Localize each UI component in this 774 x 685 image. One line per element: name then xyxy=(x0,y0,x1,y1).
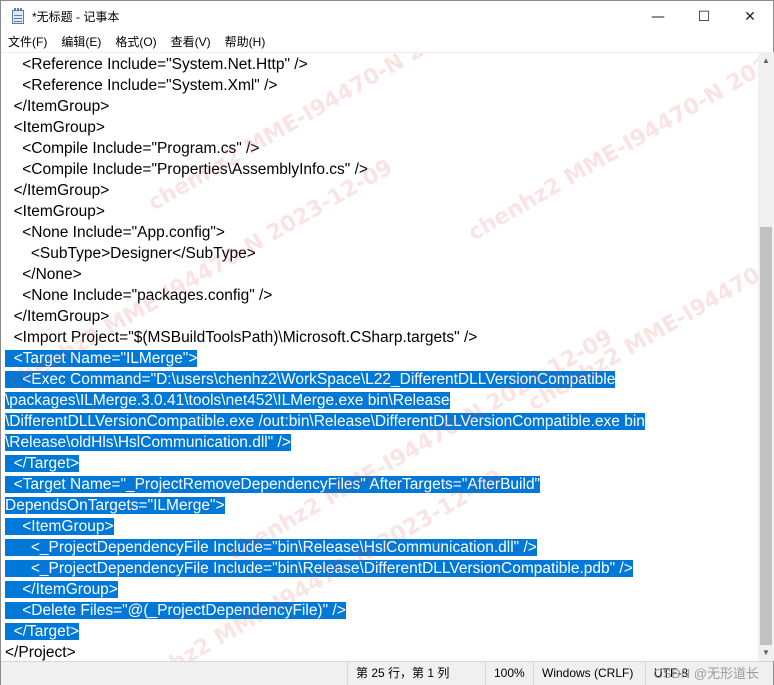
title-bar[interactable]: *无标题 - 记事本 — ☐ ✕ xyxy=(1,1,773,32)
text-line: <_ProjectDependencyFile Include="bin\Rel… xyxy=(5,537,645,558)
status-bar: 第 25 行，第 1 列 100% Windows (CRLF) UTF-8 C… xyxy=(1,661,773,685)
text-line: \packages\ILMerge.3.0.41\tools\net452\IL… xyxy=(5,390,645,411)
text-line-content: </Project> xyxy=(5,644,76,661)
text-line: <Delete Files="@(_ProjectDependencyFile)… xyxy=(5,600,645,621)
text-line-content: <None Include="App.config"> xyxy=(5,224,225,241)
zoom-level: 100% xyxy=(485,662,533,685)
menu-format[interactable]: 格式(O) xyxy=(108,32,163,52)
text-line-content: <Target Name="_ProjectRemoveDependencyFi… xyxy=(5,476,541,493)
text-line-content: </Target> xyxy=(5,455,80,472)
menu-file[interactable]: 文件(F) xyxy=(1,32,54,52)
text-line: <Target Name="_ProjectRemoveDependencyFi… xyxy=(5,474,645,495)
text-line-content: </ItemGroup> xyxy=(5,581,118,598)
cursor-position: 第 25 行，第 1 列 xyxy=(347,662,485,685)
text-line-content: <Reference Include="System.Xml" /> xyxy=(5,77,278,94)
close-button[interactable]: ✕ xyxy=(727,1,773,32)
text-line-content: </None> xyxy=(5,266,82,283)
text-line: <Compile Include="Properties\AssemblyInf… xyxy=(5,159,645,180)
text-line: <SubType>Designer</SubType> xyxy=(5,243,645,264)
text-line: <ItemGroup> xyxy=(5,117,645,138)
editor-lines: <Reference Include="System.Net.Http" /> … xyxy=(5,54,645,661)
text-line: <ItemGroup> xyxy=(5,516,645,537)
text-line: <ItemGroup> xyxy=(5,201,645,222)
text-line: <Reference Include="System.Net.Http" /> xyxy=(5,54,645,75)
text-line-content: <ItemGroup> xyxy=(5,119,105,136)
text-line: </Target> xyxy=(5,453,645,474)
text-line-content: <_ProjectDependencyFile Include="bin\Rel… xyxy=(5,560,633,577)
menu-edit[interactable]: 编辑(E) xyxy=(54,32,108,52)
text-line-content: <None Include="packages.config" /> xyxy=(5,287,273,304)
text-line: <None Include="App.config"> xyxy=(5,222,645,243)
text-line: </None> xyxy=(5,264,645,285)
menu-help[interactable]: 帮助(H) xyxy=(218,32,273,52)
text-line-content: <Delete Files="@(_ProjectDependencyFile)… xyxy=(5,602,346,619)
text-line-content: DependsOnTargets="ILMerge"> xyxy=(5,497,225,514)
text-line-content: <ItemGroup> xyxy=(5,518,114,535)
text-line: </ItemGroup> xyxy=(5,306,645,327)
scroll-up-icon[interactable]: ▲ xyxy=(758,52,774,69)
text-line: </Project> xyxy=(5,642,645,661)
notepad-icon xyxy=(10,7,26,25)
text-line: \DifferentDLLVersionCompatible.exe /out:… xyxy=(5,411,645,432)
menu-view[interactable]: 查看(V) xyxy=(164,32,218,52)
text-line: <Import Project="$(MSBuildToolsPath)\Mic… xyxy=(5,327,645,348)
text-line-content: <_ProjectDependencyFile Include="bin\Rel… xyxy=(5,539,537,556)
text-line: \Release\oldHls\HslCommunication.dll" /> xyxy=(5,432,645,453)
text-editor[interactable]: <Reference Include="System.Net.Http" /> … xyxy=(1,52,758,661)
scrollbar-thumb[interactable] xyxy=(760,227,772,645)
maximize-button[interactable]: ☐ xyxy=(681,1,727,32)
text-line-content: \Release\oldHls\HslCommunication.dll" /> xyxy=(5,434,291,451)
text-line-content: \DifferentDLLVersionCompatible.exe /out:… xyxy=(5,413,645,430)
text-line-content: <Import Project="$(MSBuildToolsPath)\Mic… xyxy=(5,329,478,346)
text-line-content: </ItemGroup> xyxy=(5,308,110,325)
text-line: <_ProjectDependencyFile Include="bin\Rel… xyxy=(5,558,645,579)
text-line: </Target> xyxy=(5,621,645,642)
text-line-content: <Reference Include="System.Net.Http" /> xyxy=(5,56,308,73)
text-line-content: <Compile Include="Properties\AssemblyInf… xyxy=(5,161,368,178)
text-line-content: <SubType>Designer</SubType> xyxy=(5,245,256,262)
notepad-window: *无标题 - 记事本 — ☐ ✕ 文件(F) 编辑(E) 格式(O) 查看(V)… xyxy=(0,0,774,685)
text-line-content: </Target> xyxy=(5,623,80,640)
text-line-content: <Exec Command="D:\users\chenhz2\WorkSpac… xyxy=(5,371,616,388)
text-line-content: <Target Name="ILMerge"> xyxy=(5,350,198,367)
text-line: DependsOnTargets="ILMerge"> xyxy=(5,495,645,516)
window-title: *无标题 - 记事本 xyxy=(32,10,120,24)
window-controls: — ☐ ✕ xyxy=(635,1,773,32)
text-line: <Reference Include="System.Xml" /> xyxy=(5,75,645,96)
text-line: <Target Name="ILMerge"> xyxy=(5,348,645,369)
text-line: <Compile Include="Program.cs" /> xyxy=(5,138,645,159)
menu-bar: 文件(F) 编辑(E) 格式(O) 查看(V) 帮助(H) xyxy=(1,32,773,52)
csdn-credit: CSDN @无形道长 xyxy=(653,666,759,681)
text-line-content: \packages\ILMerge.3.0.41\tools\net452\IL… xyxy=(5,392,450,409)
line-ending: Windows (CRLF) xyxy=(533,662,645,685)
text-line: </ItemGroup> xyxy=(5,579,645,600)
text-line-content: <ItemGroup> xyxy=(5,203,105,220)
text-line-content: <Compile Include="Program.cs" /> xyxy=(5,140,260,157)
text-line-content: </ItemGroup> xyxy=(5,182,110,199)
minimize-button[interactable]: — xyxy=(635,1,681,32)
vertical-scrollbar[interactable]: ▲ ▼ xyxy=(758,52,774,661)
text-line: </ItemGroup> xyxy=(5,180,645,201)
text-line: <Exec Command="D:\users\chenhz2\WorkSpac… xyxy=(5,369,645,390)
scroll-down-icon[interactable]: ▼ xyxy=(758,644,774,661)
text-line-content: </ItemGroup> xyxy=(5,98,110,115)
text-line: </ItemGroup> xyxy=(5,96,645,117)
text-line: <None Include="packages.config" /> xyxy=(5,285,645,306)
